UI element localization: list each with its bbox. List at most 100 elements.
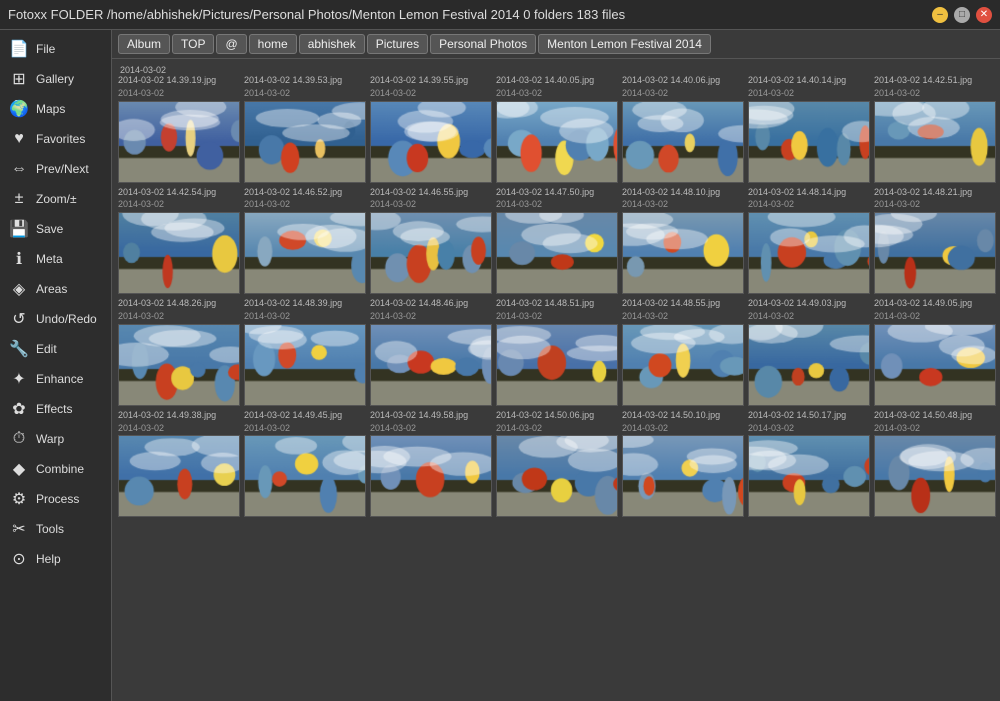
photo-item[interactable]: 2014-03-02 14.49.38.jpg2014-03-02 bbox=[118, 410, 240, 518]
prev-next-icon: ⇔ bbox=[8, 158, 30, 180]
photo-date: 2014-03-02 bbox=[244, 423, 366, 434]
photo-row-row4: 2014-03-02 14.49.38.jpg2014-03-022014-03… bbox=[118, 410, 994, 518]
breadcrumb-tab-top[interactable]: TOP bbox=[172, 34, 214, 54]
photo-item[interactable]: 2014-03-02 14.50.10.jpg2014-03-02 bbox=[622, 410, 744, 518]
photo-item[interactable]: 2014-03-02 14.48.10.jpg2014-03-02 bbox=[622, 187, 744, 295]
sidebar-item-favorites[interactable]: ♥Favorites bbox=[0, 124, 111, 154]
photo-item[interactable]: 2014-03-02 14.40.06.jpg2014-03-02 bbox=[622, 75, 744, 183]
photo-thumbnail bbox=[496, 435, 618, 517]
photo-item[interactable]: 2014-03-02 14.49.58.jpg2014-03-02 bbox=[370, 410, 492, 518]
minimize-button[interactable]: – bbox=[932, 7, 948, 23]
photo-item[interactable]: 2014-03-02 14.42.54.jpg2014-03-02 bbox=[118, 187, 240, 295]
photo-item[interactable]: 2014-03-02 14.39.53.jpg2014-03-02 bbox=[244, 75, 366, 183]
photo-item[interactable]: 2014-03-02 14.46.55.jpg2014-03-02 bbox=[370, 187, 492, 295]
photo-filename: 2014-03-02 14.46.52.jpg bbox=[244, 187, 366, 198]
photo-thumbnail bbox=[874, 212, 996, 294]
combine-icon: ◆ bbox=[8, 458, 30, 480]
photo-item[interactable]: 2014-03-02 14.48.21.jpg2014-03-02 bbox=[874, 187, 996, 295]
photo-thumbnail bbox=[874, 101, 996, 183]
sidebar-item-help[interactable]: ⊙Help bbox=[0, 544, 111, 574]
photo-date: 2014-03-02 bbox=[118, 311, 240, 322]
photo-date: 2014-03-02 bbox=[874, 311, 996, 322]
photo-filename: 2014-03-02 14.48.26.jpg bbox=[118, 298, 240, 309]
breadcrumb-tab-album[interactable]: Album bbox=[118, 34, 170, 54]
sidebar-item-file[interactable]: 📄File bbox=[0, 34, 111, 64]
sidebar-label-zoom--: Zoom/± bbox=[36, 192, 77, 206]
sidebar-item-meta[interactable]: ℹMeta bbox=[0, 244, 111, 274]
sidebar-item-process[interactable]: ⚙ Process bbox=[0, 484, 111, 514]
breadcrumb-tab-abhishek[interactable]: abhishek bbox=[299, 34, 365, 54]
photo-date: 2014-03-02 bbox=[370, 311, 492, 322]
sidebar-label-tools: Tools bbox=[36, 522, 64, 536]
sidebar-item-undo-redo[interactable]: ↺Undo/Redo bbox=[0, 304, 111, 334]
photo-item[interactable]: 2014-03-02 14.50.17.jpg2014-03-02 bbox=[748, 410, 870, 518]
photo-date: 2014-03-02 bbox=[748, 311, 870, 322]
enhance-icon: ✦ bbox=[8, 368, 30, 390]
photo-item[interactable]: 2014-03-02 14.42.51.jpg2014-03-02 bbox=[874, 75, 996, 183]
photo-item[interactable]: 2014-03-02 14.40.14.jpg2014-03-02 bbox=[748, 75, 870, 183]
photo-filename: 2014-03-02 14.49.45.jpg bbox=[244, 410, 366, 421]
sidebar-item-save[interactable]: 💾Save bbox=[0, 214, 111, 244]
help-icon: ⊙ bbox=[8, 548, 30, 570]
photo-item[interactable]: 2014-03-02 14.47.50.jpg2014-03-02 bbox=[496, 187, 618, 295]
titlebar: Fotoxx FOLDER /home/abhishek/Pictures/Pe… bbox=[0, 0, 1000, 30]
photo-row-row1: 2014-03-02 14.39.19.jpg2014-03-022014-03… bbox=[118, 75, 994, 183]
sidebar-label-warp: Warp bbox=[36, 432, 64, 446]
sidebar-label-areas: Areas bbox=[36, 282, 67, 296]
photo-thumbnail bbox=[370, 101, 492, 183]
photo-thumbnail bbox=[370, 435, 492, 517]
sidebar-item-warp[interactable]: ⏱Warp bbox=[0, 424, 111, 454]
photo-date: 2014-03-02 bbox=[496, 311, 618, 322]
photo-item[interactable]: 2014-03-02 14.49.45.jpg 2014-03-02 bbox=[244, 410, 366, 518]
sidebar-item-prev-next[interactable]: ⇔ Prev/Next bbox=[0, 154, 111, 184]
sidebar-item-gallery[interactable]: ⊞Gallery bbox=[0, 64, 111, 94]
zoom---icon: ± bbox=[8, 188, 30, 210]
photo-item[interactable]: 2014-03-02 14.39.19.jpg2014-03-02 bbox=[118, 75, 240, 183]
close-button[interactable]: ✕ bbox=[976, 7, 992, 23]
photo-item[interactable]: 2014-03-02 14.46.52.jpg2014-03-02 bbox=[244, 187, 366, 295]
photo-item[interactable]: 2014-03-02 14.48.46.jpg 2014-03-02 bbox=[370, 298, 492, 406]
breadcrumb-tab-pictures[interactable]: Pictures bbox=[367, 34, 428, 54]
photo-item[interactable]: 2014-03-02 14.48.39.jpg2014-03-02 bbox=[244, 298, 366, 406]
breadcrumb-tab-personal-photos[interactable]: Personal Photos bbox=[430, 34, 536, 54]
gallery-icon: ⊞ bbox=[8, 68, 30, 90]
sidebar-item-areas[interactable]: ◈ Areas bbox=[0, 274, 111, 304]
breadcrumb-tab-@[interactable]: @ bbox=[216, 34, 246, 54]
sidebar-item-maps[interactable]: 🌍Maps bbox=[0, 94, 111, 124]
breadcrumb-tab-menton-lemon-festival-2014[interactable]: Menton Lemon Festival 2014 bbox=[538, 34, 711, 54]
sidebar-label-prev-next: Prev/Next bbox=[36, 162, 89, 176]
sidebar-item-edit[interactable]: 🔧Edit bbox=[0, 334, 111, 364]
photo-filename: 2014-03-02 14.48.46.jpg bbox=[370, 298, 492, 309]
photo-thumbnail bbox=[748, 435, 870, 517]
sidebar-item-enhance[interactable]: ✦ Enhance bbox=[0, 364, 111, 394]
photo-item[interactable]: 2014-03-02 14.50.06.jpg2014-03-02 bbox=[496, 410, 618, 518]
photo-item[interactable]: 2014-03-02 14.50.48.jpg2014-03-02 bbox=[874, 410, 996, 518]
breadcrumb: AlbumTOP@homeabhishekPicturesPersonal Ph… bbox=[112, 30, 1000, 59]
photo-date: 2014-03-02 bbox=[244, 199, 366, 210]
gallery: 2014-03-02 2014-03-02 14.39.19.jpg2014-03… bbox=[112, 59, 1000, 701]
photo-filename: 2014-03-02 14.48.39.jpg bbox=[244, 298, 366, 309]
areas-icon: ◈ bbox=[8, 278, 30, 300]
sidebar-label-undo-redo: Undo/Redo bbox=[36, 312, 97, 326]
breadcrumb-tab-home[interactable]: home bbox=[249, 34, 297, 54]
photo-item[interactable]: 2014-03-02 14.48.14.jpg2014-03-02 bbox=[748, 187, 870, 295]
window-controls: – □ ✕ bbox=[932, 7, 992, 23]
sidebar-label-enhance: Enhance bbox=[36, 372, 83, 386]
photo-item[interactable]: 2014-03-02 14.49.03.jpg2014-03-02 bbox=[748, 298, 870, 406]
sidebar-item-tools[interactable]: ✂Tools bbox=[0, 514, 111, 544]
photo-item[interactable]: 2014-03-02 14.40.05.jpg2014-03-02 bbox=[496, 75, 618, 183]
photo-item[interactable]: 2014-03-02 14.48.51.jpg2014-03-02 bbox=[496, 298, 618, 406]
process-icon: ⚙ bbox=[8, 488, 30, 510]
photo-row-row2: 2014-03-02 14.42.54.jpg2014-03-022014-03… bbox=[118, 187, 994, 295]
sidebar-item-effects[interactable]: ✿Effects bbox=[0, 394, 111, 424]
sidebar-item-zoom--[interactable]: ± Zoom/± bbox=[0, 184, 111, 214]
maximize-button[interactable]: □ bbox=[954, 7, 970, 23]
photo-item[interactable]: 2014-03-02 14.48.26.jpg 2014-03-02 bbox=[118, 298, 240, 406]
sidebar-label-process: Process bbox=[36, 492, 79, 506]
sidebar-item-combine[interactable]: ◆Combine bbox=[0, 454, 111, 484]
photo-thumbnail bbox=[496, 101, 618, 183]
photo-item[interactable]: 2014-03-02 14.49.05.jpg2014-03-02 bbox=[874, 298, 996, 406]
photo-item[interactable]: 2014-03-02 14.39.55.jpg2014-03-02 bbox=[370, 75, 492, 183]
window-title: Fotoxx FOLDER /home/abhishek/Pictures/Pe… bbox=[8, 7, 625, 22]
photo-item[interactable]: 2014-03-02 14.48.55.jpg2014-03-02 bbox=[622, 298, 744, 406]
